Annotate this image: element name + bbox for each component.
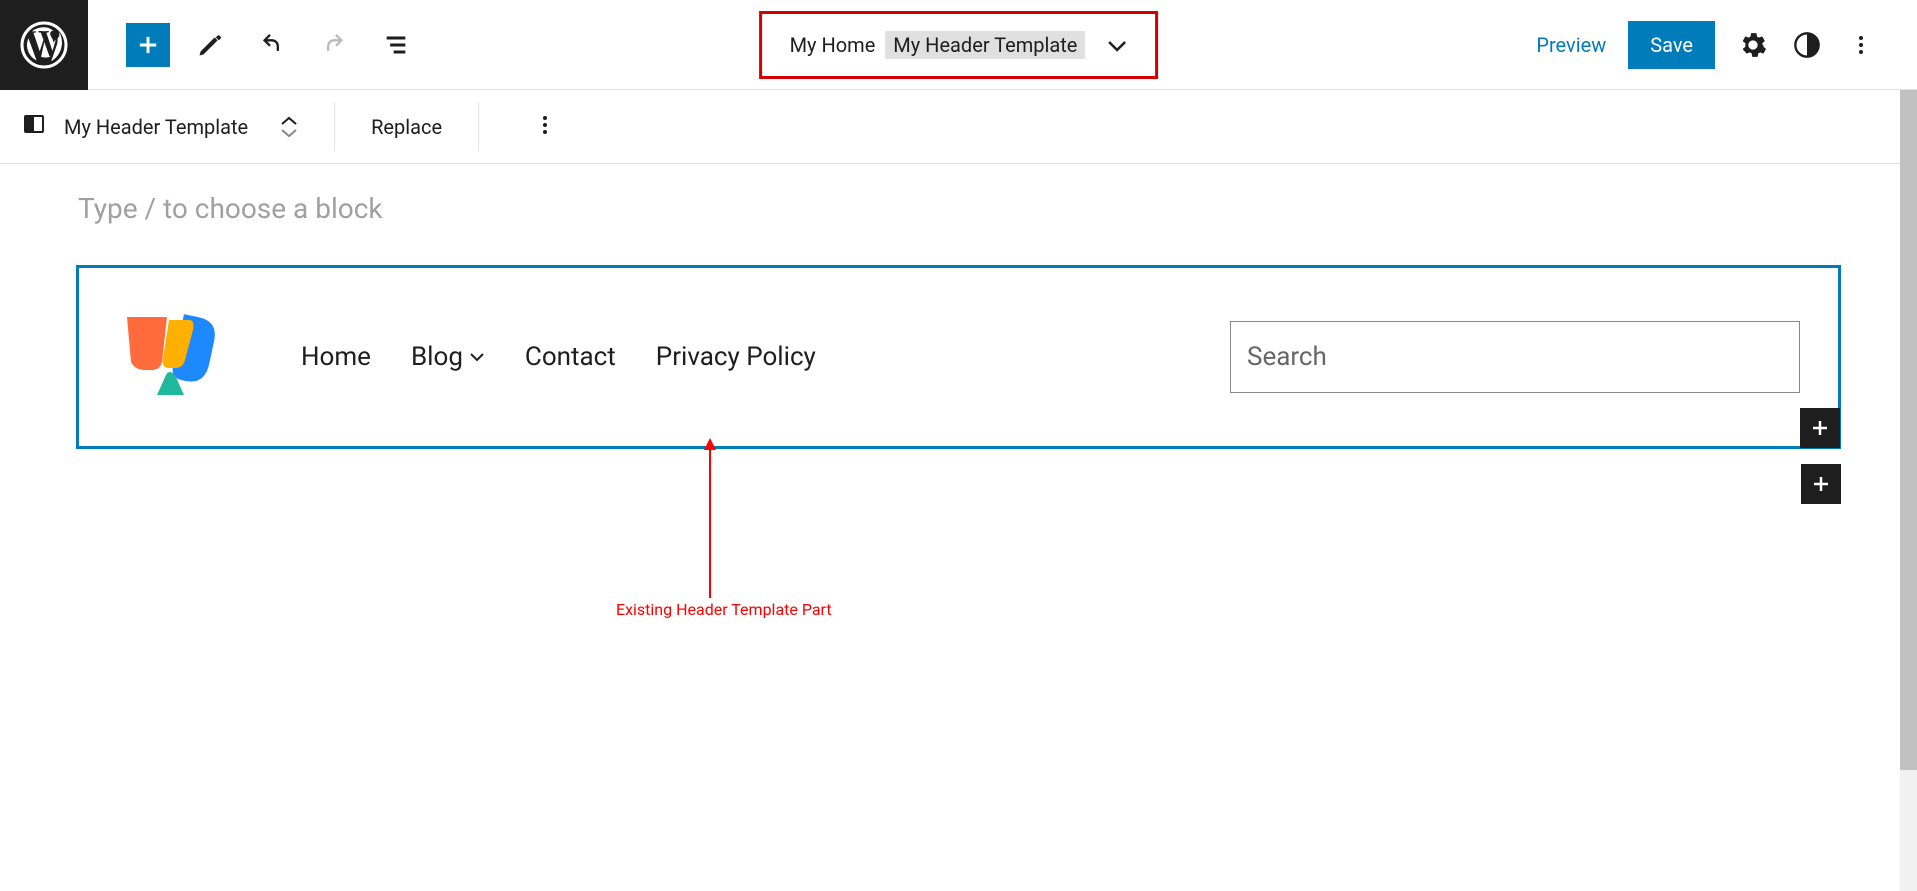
redo-button[interactable] bbox=[312, 23, 356, 67]
pencil-icon bbox=[196, 31, 224, 59]
search-input[interactable]: Search bbox=[1230, 321, 1800, 393]
add-block-inside-button[interactable] bbox=[1800, 408, 1840, 448]
settings-button[interactable] bbox=[1737, 29, 1769, 61]
editor-canvas[interactable]: Type / to choose a block Home Blog Conta… bbox=[0, 164, 1917, 469]
undo-icon bbox=[258, 31, 286, 59]
plus-icon bbox=[1808, 416, 1832, 440]
chevron-down-icon bbox=[280, 127, 298, 139]
annotation-label: Existing Header Template Part bbox=[616, 600, 832, 619]
block-options-button[interactable] bbox=[533, 113, 557, 141]
options-button[interactable] bbox=[1845, 29, 1877, 61]
template-block-indicator[interactable]: My Header Template bbox=[22, 112, 298, 141]
list-view-button[interactable] bbox=[374, 23, 418, 67]
site-logo-icon bbox=[117, 312, 257, 402]
page-name-label: My Home bbox=[790, 33, 876, 57]
navigation-menu: Home Blog Contact Privacy Policy bbox=[301, 342, 816, 372]
header-template-part-block[interactable]: Home Blog Contact Privacy Policy Search bbox=[76, 265, 1841, 449]
template-icon bbox=[22, 112, 46, 141]
save-button[interactable]: Save bbox=[1628, 21, 1715, 69]
contrast-icon bbox=[1793, 31, 1821, 59]
scrollbar[interactable] bbox=[1900, 90, 1917, 891]
plus-icon bbox=[1809, 472, 1833, 496]
chevron-down-icon bbox=[1107, 33, 1127, 57]
add-block-after-button[interactable] bbox=[1801, 464, 1841, 504]
more-vertical-icon bbox=[1849, 33, 1873, 57]
undo-button[interactable] bbox=[250, 23, 294, 67]
top-toolbar: My Home My Header Template Preview Save bbox=[0, 0, 1917, 90]
edit-tool-button[interactable] bbox=[188, 23, 232, 67]
move-arrows[interactable] bbox=[280, 115, 298, 139]
site-logo[interactable] bbox=[117, 312, 257, 402]
nav-item-home[interactable]: Home bbox=[301, 342, 371, 372]
document-title-area[interactable]: My Home My Header Template bbox=[759, 11, 1159, 79]
replace-button[interactable]: Replace bbox=[371, 115, 442, 139]
chevron-down-icon bbox=[469, 352, 485, 362]
annotation-arrow bbox=[700, 438, 720, 602]
redo-icon bbox=[320, 31, 348, 59]
tool-group-left bbox=[88, 23, 418, 67]
preview-button[interactable]: Preview bbox=[1536, 33, 1606, 57]
toolbar-divider bbox=[334, 103, 335, 151]
more-vertical-icon bbox=[533, 113, 557, 137]
block-toolbar: My Header Template Replace bbox=[0, 90, 1917, 164]
styles-button[interactable] bbox=[1791, 29, 1823, 61]
template-name-badge: My Header Template bbox=[885, 31, 1085, 59]
toolbar-divider bbox=[478, 103, 479, 151]
tool-group-right: Preview Save bbox=[1536, 21, 1917, 69]
template-label-text: My Header Template bbox=[64, 115, 248, 139]
chevron-up-icon bbox=[280, 115, 298, 127]
search-placeholder: Search bbox=[1247, 342, 1327, 372]
list-view-icon bbox=[382, 31, 410, 59]
nav-item-blog[interactable]: Blog bbox=[411, 342, 485, 372]
nav-item-contact[interactable]: Contact bbox=[525, 342, 616, 372]
scrollbar-thumb[interactable] bbox=[1900, 90, 1917, 770]
nav-item-privacy[interactable]: Privacy Policy bbox=[656, 342, 816, 372]
block-appender-placeholder[interactable]: Type / to choose a block bbox=[76, 174, 1841, 265]
gear-icon bbox=[1739, 31, 1767, 59]
wordpress-logo[interactable] bbox=[0, 0, 88, 90]
plus-icon bbox=[134, 31, 162, 59]
add-block-button[interactable] bbox=[126, 23, 170, 67]
wordpress-icon bbox=[20, 21, 68, 69]
